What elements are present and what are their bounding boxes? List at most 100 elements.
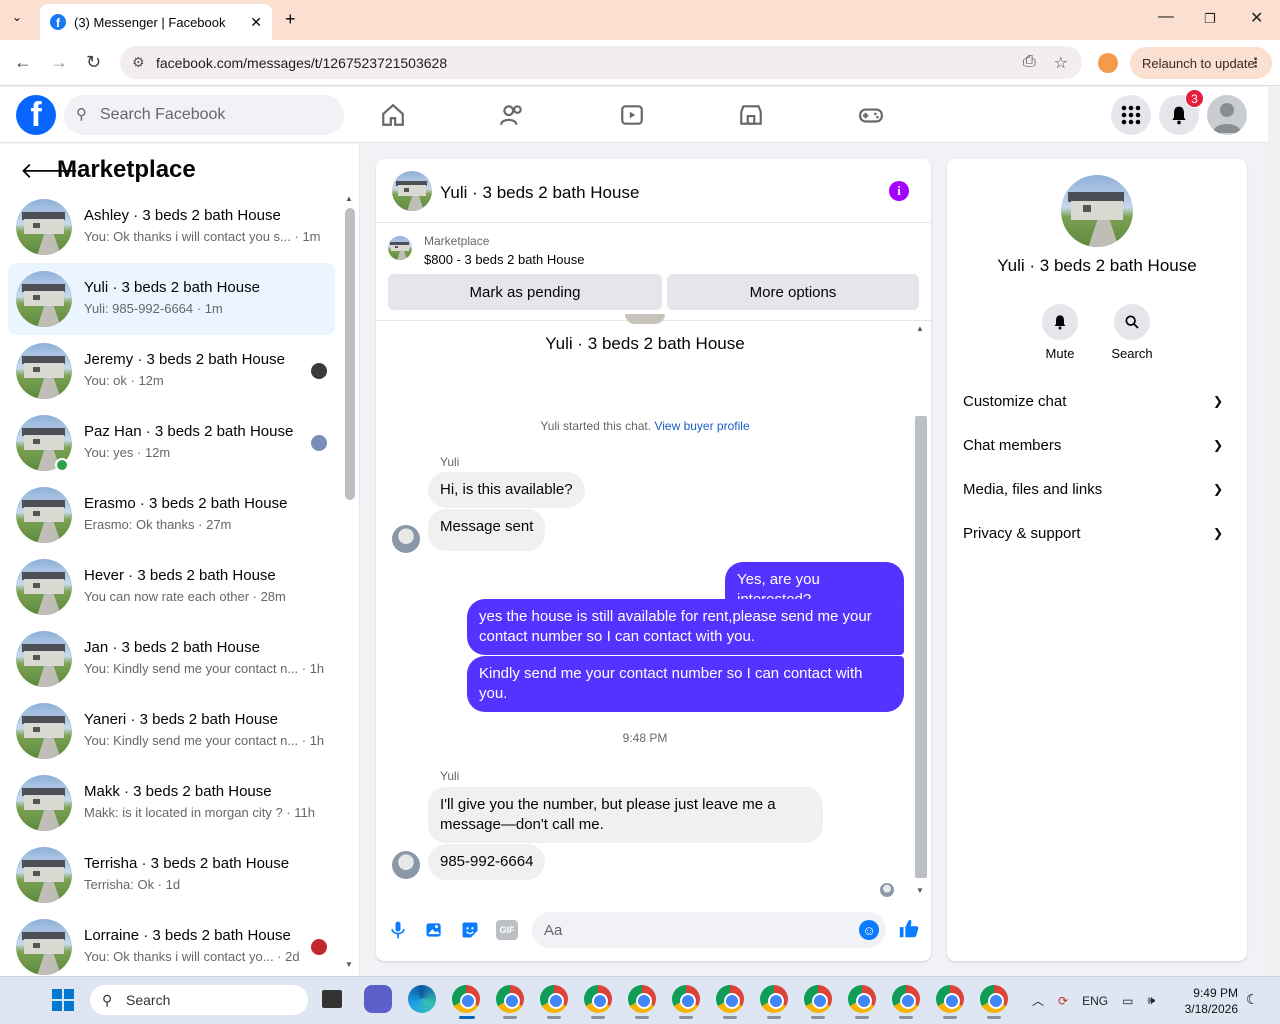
relaunch-button[interactable]: Relaunch to update ⋮ xyxy=(1130,47,1272,79)
emoji-icon[interactable]: ☺ xyxy=(859,920,879,940)
facebook-logo-icon[interactable]: f xyxy=(16,95,56,135)
edge-icon[interactable] xyxy=(408,985,436,1013)
chrome-icon[interactable] xyxy=(584,985,612,1013)
chevron-up-icon[interactable]: ︿ xyxy=(1032,992,1044,1009)
notifications-moon-icon[interactable]: ☾ xyxy=(1246,991,1259,1008)
account-avatar[interactable] xyxy=(1207,95,1247,135)
browser-tab[interactable]: f (3) Messenger | Facebook ✕ xyxy=(40,4,272,40)
incoming-message[interactable]: 985-992-6664 xyxy=(428,844,546,880)
listing-title[interactable]: $800 - 3 beds 2 bath House xyxy=(424,252,584,267)
minimize-button[interactable]: — xyxy=(1158,8,1174,26)
chrome-icon[interactable] xyxy=(496,985,524,1013)
conversation-item[interactable]: Hever · 3 beds 2 bath House You can now r… xyxy=(8,551,335,623)
menu-dots-icon[interactable]: ⋮ xyxy=(1249,55,1262,71)
taskbar-search[interactable]: ⚲ Search xyxy=(90,985,308,1015)
chat-thumbnail[interactable] xyxy=(392,171,432,211)
microphone-icon[interactable] xyxy=(388,920,408,940)
chrome-icon[interactable] xyxy=(804,985,832,1013)
scroll-up-icon[interactable]: ▲ xyxy=(916,324,924,333)
sender-avatar[interactable] xyxy=(392,851,420,879)
scroll-down-icon[interactable]: ▼ xyxy=(345,960,353,969)
new-tab-button[interactable]: + xyxy=(285,9,296,30)
scroll-up-icon[interactable]: ▲ xyxy=(345,194,353,203)
chrome-icon[interactable] xyxy=(760,985,788,1013)
outgoing-message[interactable]: yes the house is still available for ren… xyxy=(467,599,904,655)
conversation-item[interactable]: Jan · 3 beds 2 bath House You: Kindly sen… xyxy=(8,623,335,695)
bookmark-star-icon[interactable]: ☆ xyxy=(1054,53,1068,73)
photo-icon[interactable] xyxy=(424,920,444,940)
browser-profile-icon[interactable] xyxy=(1098,53,1118,73)
incoming-message[interactable]: I'll give you the number, but please jus… xyxy=(428,787,823,843)
video-icon[interactable] xyxy=(619,102,645,128)
windows-start-icon[interactable] xyxy=(52,989,74,1011)
incoming-message[interactable]: Message sent xyxy=(428,509,546,551)
chat-members-row[interactable]: Chat members ❯ xyxy=(955,423,1239,467)
chrome-icon[interactable] xyxy=(628,985,656,1013)
conversation-item[interactable]: Jeremy · 3 beds 2 bath House You: ok · 12… xyxy=(8,335,335,407)
outgoing-message[interactable]: Kindly send me your contact number so I … xyxy=(467,656,904,712)
reload-button[interactable]: ↻ xyxy=(86,52,101,73)
chat-title[interactable]: Yuli · 3 beds 2 bath House xyxy=(440,183,639,203)
info-icon[interactable]: i xyxy=(889,181,909,201)
view-buyer-profile-link[interactable]: View buyer profile xyxy=(654,419,749,433)
conversation-item[interactable]: Erasmo · 3 beds 2 bath House Erasmo: Ok t… xyxy=(8,479,335,551)
close-tab-icon[interactable]: ✕ xyxy=(250,14,262,31)
sender-avatar[interactable] xyxy=(392,525,420,553)
chrome-icon[interactable] xyxy=(980,985,1008,1013)
chat-scrollbar[interactable]: ▲ ▼ xyxy=(913,322,927,897)
listing-thumbnail[interactable] xyxy=(388,236,412,260)
facebook-search-input[interactable]: ⚲ Search Facebook xyxy=(64,95,344,135)
message-input[interactable] xyxy=(532,912,886,948)
chrome-icon[interactable] xyxy=(540,985,568,1013)
task-view-icon[interactable] xyxy=(322,990,342,1008)
scrollbar-thumb[interactable] xyxy=(915,416,927,878)
menu-grid-button[interactable] xyxy=(1111,95,1151,135)
site-info-icon[interactable]: ⚙ xyxy=(132,54,145,71)
close-window-button[interactable]: ✕ xyxy=(1250,8,1263,28)
thumbs-up-icon[interactable] xyxy=(898,918,920,940)
conversation-item[interactable]: Paz Han · 3 beds 2 bath House You: yes · … xyxy=(8,407,335,479)
chrome-icon[interactable] xyxy=(848,985,876,1013)
teams-icon[interactable] xyxy=(364,985,392,1013)
conversation-item[interactable]: Lorraine · 3 beds 2 bath House You: Ok th… xyxy=(8,911,335,983)
search-conversation-button[interactable]: Search xyxy=(1102,304,1162,361)
mute-button[interactable]: Mute xyxy=(1030,304,1090,361)
install-app-icon[interactable]: ⎙ xyxy=(1023,53,1036,73)
conversation-item[interactable]: Makk · 3 beds 2 bath House Makk: is it lo… xyxy=(8,767,335,839)
incoming-message[interactable]: Hi, is this available? xyxy=(428,472,585,508)
taskbar-clock[interactable]: 9:49 PM 3/18/2026 xyxy=(1182,985,1238,1017)
chrome-icon[interactable] xyxy=(892,985,920,1013)
address-bar[interactable]: ⚙ facebook.com/messages/t/12675237215036… xyxy=(120,46,1082,79)
conversation-item[interactable]: Terrisha · 3 beds 2 bath House Terrisha: … xyxy=(8,839,335,911)
tab-search-icon[interactable]: ⌄ xyxy=(12,10,22,24)
page-scrollbar[interactable] xyxy=(1268,87,1280,976)
scroll-down-icon[interactable]: ▼ xyxy=(916,886,924,895)
chrome-icon[interactable] xyxy=(936,985,964,1013)
sticker-icon[interactable] xyxy=(460,920,480,940)
forward-button[interactable]: → xyxy=(50,52,68,73)
network-icon[interactable]: ▭ xyxy=(1122,994,1133,1008)
language-indicator[interactable]: ENG xyxy=(1082,994,1108,1008)
home-icon[interactable] xyxy=(380,102,406,128)
scrollbar-thumb[interactable] xyxy=(345,208,355,500)
mark-as-pending-button[interactable]: Mark as pending xyxy=(388,274,662,310)
marketplace-icon[interactable] xyxy=(738,102,764,128)
gaming-icon[interactable] xyxy=(858,102,884,128)
chrome-icon[interactable] xyxy=(716,985,744,1013)
conversation-item[interactable]: Yuli · 3 beds 2 bath House Yuli: 985-992-… xyxy=(8,263,335,335)
sidebar-scrollbar[interactable]: ▲ ▼ xyxy=(343,194,357,974)
conversation-item[interactable]: Ashley · 3 beds 2 bath House You: Ok than… xyxy=(8,191,335,263)
gif-icon[interactable]: GIF xyxy=(496,920,518,940)
back-button[interactable]: ← xyxy=(14,52,32,73)
conversation-item[interactable]: Yaneri · 3 beds 2 bath House You: Kindly … xyxy=(8,695,335,767)
volume-icon[interactable]: 🕪 xyxy=(1147,993,1155,1008)
media-files-links-row[interactable]: Media, files and links ❯ xyxy=(955,467,1239,511)
chrome-icon[interactable] xyxy=(672,985,700,1013)
friends-icon[interactable] xyxy=(499,102,525,128)
customize-chat-row[interactable]: Customize chat ❯ xyxy=(955,379,1239,423)
sync-icon[interactable]: ⟳ xyxy=(1058,994,1068,1008)
listing-photo[interactable] xyxy=(1061,175,1133,247)
privacy-support-row[interactable]: Privacy & support ❯ xyxy=(955,511,1239,555)
chrome-icon[interactable] xyxy=(452,985,480,1013)
restore-button[interactable]: ❐ xyxy=(1204,11,1216,27)
